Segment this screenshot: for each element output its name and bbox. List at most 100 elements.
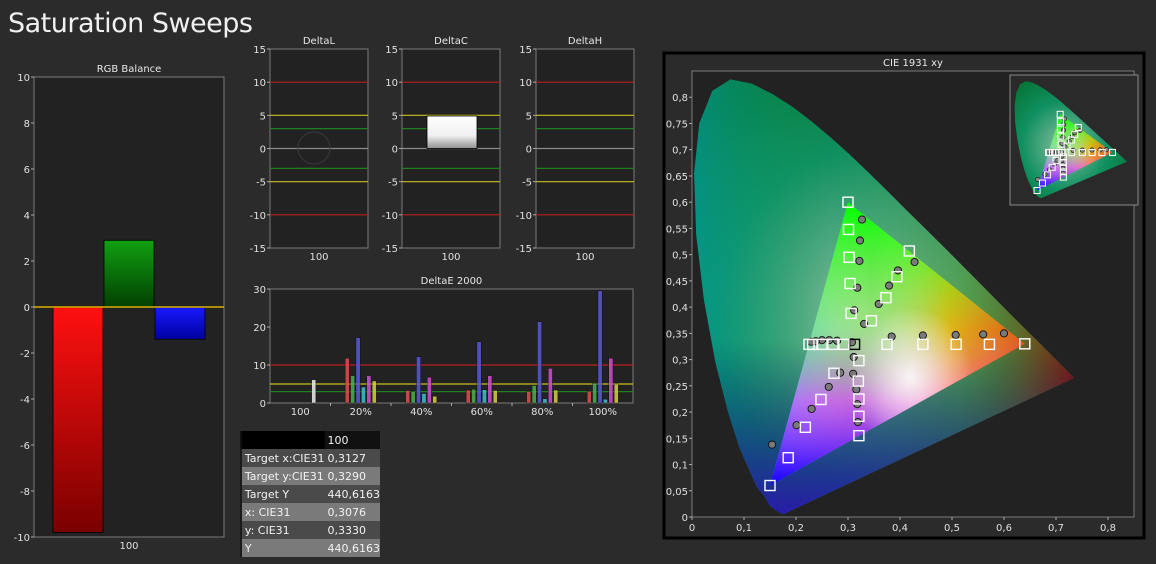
deltae-bar — [542, 398, 548, 404]
stats-value: 0,3076 — [324, 503, 380, 521]
deltae-bar — [592, 383, 597, 404]
deltae-2000-chart: DeltaE 20003020100100 20% 40% 60% 80% 100% — [253, 276, 634, 418]
y-tick-label: 0,75 — [666, 119, 688, 130]
deltae-bar — [613, 383, 619, 404]
y-tick-label: -10 — [14, 533, 30, 544]
chart-title: RGB Balance — [97, 64, 162, 75]
x-tick-label: 0,2 — [788, 523, 804, 534]
deltae-bar — [366, 375, 372, 404]
y-tick-label: -15 — [250, 244, 266, 255]
deltae-bar — [405, 390, 411, 404]
x-tick-label: 100 — [309, 252, 328, 263]
y-tick-label: 15 — [519, 45, 532, 56]
deltae-bar — [553, 389, 559, 404]
y-tick-label: 0,45 — [666, 277, 688, 288]
rgb-bar — [103, 239, 155, 308]
y-tick-label: 0,1 — [672, 461, 688, 472]
x-tick-label: 0,7 — [1048, 523, 1064, 534]
y-tick-label: 0 — [260, 399, 266, 410]
y-tick-label: 10 — [253, 361, 266, 372]
y-tick-label: 0,65 — [666, 172, 688, 183]
y-tick-label: -5 — [522, 178, 532, 189]
x-tick-label: 40% — [410, 407, 432, 418]
deltae-bar — [350, 375, 355, 404]
stats-value: 440,6163 — [324, 539, 380, 557]
chart-title: DeltaC — [434, 36, 468, 47]
y-tick-label: 5 — [526, 111, 532, 122]
y-tick-label: 0,15 — [666, 434, 688, 445]
measured-point — [824, 382, 833, 391]
y-tick-label: 20 — [253, 323, 266, 334]
y-tick-label: 4 — [24, 211, 30, 222]
y-tick-label: 15 — [385, 45, 398, 56]
y-tick-label: 10 — [253, 78, 266, 89]
stats-value: 0,3290 — [324, 467, 380, 485]
measured-point — [893, 266, 902, 275]
y-tick-label: 10 — [519, 78, 532, 89]
y-tick-label: 2 — [24, 257, 30, 268]
measured-point — [855, 256, 864, 265]
measured-point — [857, 215, 867, 224]
y-tick-label: -8 — [20, 487, 30, 498]
deltae-bar — [416, 356, 421, 404]
y-tick-label: 0 — [682, 513, 688, 524]
deltae-bar — [471, 389, 476, 404]
y-tick-label: -6 — [20, 441, 30, 452]
y-tick-label: 0,55 — [666, 224, 688, 235]
y-tick-label: 30 — [253, 285, 266, 296]
measured-point — [853, 417, 862, 427]
stats-row: Target y:CIE31 0,3290 — [240, 467, 380, 485]
y-tick-label: 0,35 — [666, 329, 688, 340]
rgb-balance-chart: RGB Balance 10 8 6 4 2 0 -2 -4 -6 -8 -10 100 — [14, 64, 225, 552]
y-tick-label: 0,4 — [672, 303, 688, 314]
measured-point — [836, 368, 845, 377]
stats-header-row: 100 — [240, 431, 380, 449]
x-tick-label: 0,5 — [944, 523, 960, 534]
y-tick-label: 0,8 — [672, 93, 688, 104]
x-tick-label: 0,4 — [892, 523, 908, 534]
y-tick-label: -5 — [388, 178, 398, 189]
deltae-bar — [608, 357, 614, 404]
inset-measured-point — [1079, 147, 1085, 153]
stats-row: Target Y 440,6163 — [240, 485, 380, 503]
plot-area — [269, 288, 634, 404]
deltae-bar — [355, 337, 361, 404]
deltae-bar — [487, 375, 493, 404]
deltae-bar — [537, 321, 542, 404]
deltae-bar — [427, 376, 432, 404]
stats-header-cell — [241, 431, 325, 449]
deltae-bar — [586, 391, 592, 404]
x-tick-label: 0,8 — [1100, 523, 1116, 534]
y-tick-label: 0,3 — [672, 356, 688, 367]
chart-title: CIE 1931 xy — [883, 58, 943, 69]
stats-row: Y 440,6163 — [240, 539, 380, 557]
deltae-bar — [476, 341, 482, 404]
stats-label: Target x:CIE31 — [241, 449, 325, 467]
deltae-bar — [548, 368, 553, 404]
deltae-bar — [482, 389, 487, 404]
deltah-chart: DeltaH 15 10 5 0 -5 -10 -15 100 — [516, 36, 635, 263]
cie-1931-xy-chart: CIE 1931 xy 0 0,1 0,2 0,3 0,4 0,5 0,6 0,7 0,8 0 0,0… — [662, 51, 1146, 540]
y-tick-label: 5 — [392, 111, 398, 122]
measured-point — [852, 385, 861, 394]
y-tick-label: 0 — [260, 145, 266, 156]
measured-point — [768, 440, 777, 449]
stats-label: Y — [241, 539, 325, 557]
y-tick-label: -10 — [382, 211, 398, 222]
measured-point — [910, 257, 919, 267]
stats-row: Target x:CIE31 0,3127 — [240, 449, 380, 467]
deltae-bar — [410, 391, 416, 404]
y-tick-label: -10 — [516, 211, 532, 222]
x-tick-label: 100% — [588, 407, 617, 418]
x-tick-label: 100 — [441, 252, 460, 263]
y-tick-label: 6 — [24, 165, 30, 176]
x-tick-label: 0,3 — [840, 523, 856, 534]
measured-point — [833, 336, 842, 345]
x-tick-label: 0,6 — [996, 523, 1012, 534]
y-tick-label: 0 — [526, 145, 532, 156]
measured-point — [999, 329, 1009, 338]
x-tick-label: 100 — [119, 541, 138, 552]
deltae-bar — [432, 395, 438, 404]
stats-label: x: CIE31 — [241, 503, 325, 521]
measured-point — [855, 236, 865, 245]
